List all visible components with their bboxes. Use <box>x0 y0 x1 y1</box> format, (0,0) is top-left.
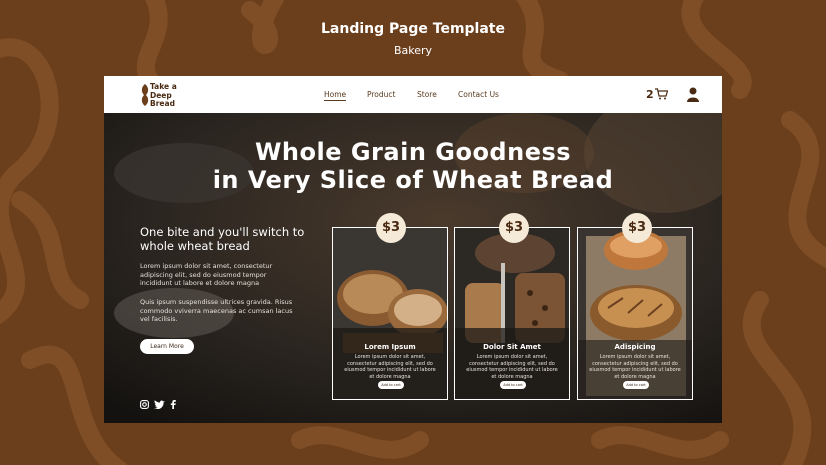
cart-count: 2 <box>646 88 654 101</box>
facebook-icon[interactable] <box>170 400 176 409</box>
product-card[interactable]: Dolor Sit Amet Lorem ipsum dolor sit ame… <box>454 227 570 400</box>
product-card[interactable]: Lorem Ipsum Lorem ipsum dolor sit amet, … <box>332 227 448 400</box>
hero-title: Whole Grain Goodness in Very Slice of Wh… <box>104 138 722 194</box>
learn-more-button[interactable]: Learn More <box>140 339 194 354</box>
nav-product[interactable]: Product <box>367 90 395 99</box>
product-name: Adispicing <box>614 343 656 351</box>
cart-icon[interactable] <box>655 88 668 100</box>
price-badge: $3 <box>499 213 529 243</box>
product-card[interactable]: Adispicing Lorem ipsum dolor sit amet, c… <box>577 227 693 400</box>
twitter-icon[interactable] <box>154 400 165 409</box>
hero-paragraph-2: Quis ipsum suspendisse ultrices gravida.… <box>140 298 293 323</box>
nav-home[interactable]: Home <box>324 90 347 101</box>
brand-logo[interactable]: Take a Deep Bread <box>150 82 190 109</box>
add-to-cart-button[interactable]: Add to cart <box>623 381 649 389</box>
nav-store[interactable]: Store <box>417 90 437 99</box>
hero-title-line-1: Whole Grain Goodness <box>254 138 572 166</box>
product-name: Dolor Sit Amet <box>483 343 541 351</box>
landing-page-mockup: Take a Deep Bread Home Product Store Con… <box>104 76 722 423</box>
page-heading: Landing Page Template <box>321 21 505 37</box>
instagram-icon[interactable] <box>140 400 149 409</box>
price-badge: $3 <box>376 213 406 243</box>
product-name: Lorem Ipsum <box>364 343 416 351</box>
navbar: Take a Deep Bread Home Product Store Con… <box>104 76 722 113</box>
hero-paragraph-1: Lorem ipsum dolor sit amet, consectetur … <box>140 262 273 287</box>
logo-line-3: Bread <box>150 99 175 108</box>
product-description: Lorem ipsum dolor sit amet, consectetur … <box>466 354 558 380</box>
page-subheading: Bakery <box>393 44 433 57</box>
price-badge: $3 <box>622 213 652 243</box>
bread-logo-icon <box>141 84 149 106</box>
add-to-cart-button[interactable]: Add to cart <box>378 381 404 389</box>
hero-subheading-line-1: One bite and you'll switch to <box>140 225 305 239</box>
product-description: Lorem ipsum dolor sit amet, consectetur … <box>589 354 681 380</box>
user-icon[interactable] <box>687 87 699 102</box>
hero-subheading-line-2: whole wheat bread <box>140 239 250 253</box>
product-description: Lorem ipsum dolor sit amet, consectetur … <box>344 354 436 380</box>
nav-contact-us[interactable]: Contact Us <box>458 90 499 99</box>
add-to-cart-button[interactable]: Add to cart <box>500 381 526 389</box>
hero-subheading: One bite and you'll switch to whole whea… <box>140 225 330 253</box>
hero-title-line-2: in Very Slice of Wheat Bread <box>212 166 614 194</box>
